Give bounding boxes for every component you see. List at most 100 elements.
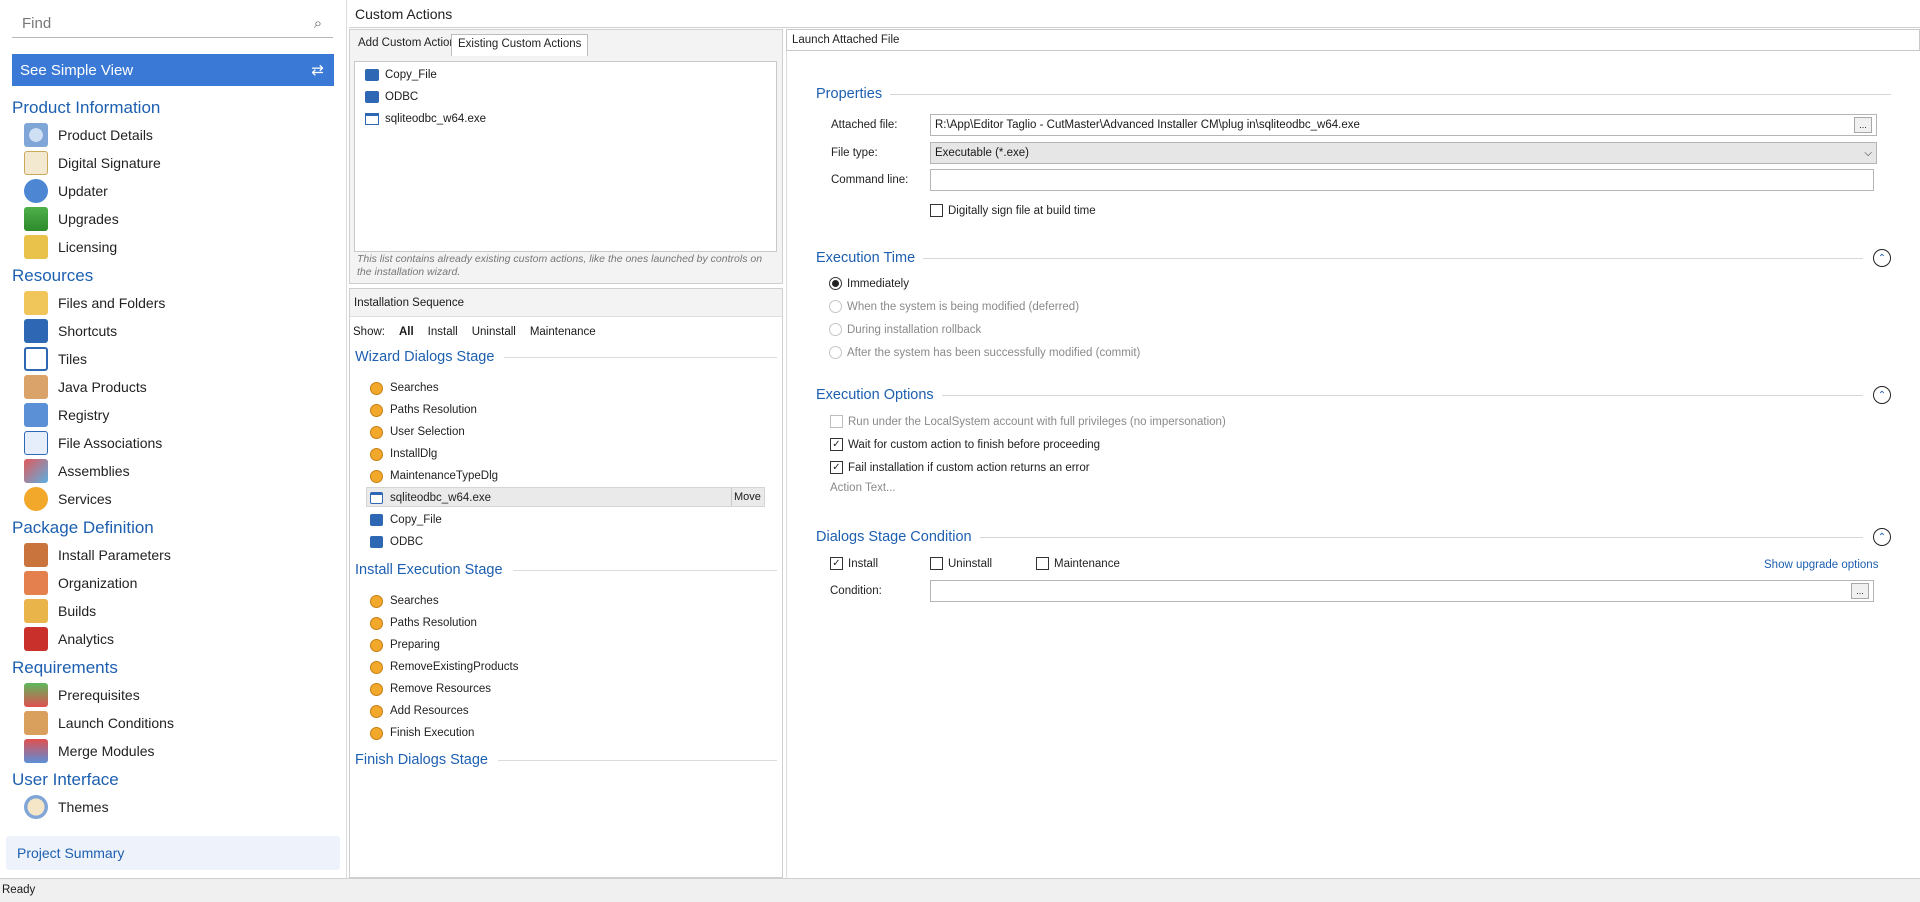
- nav-item-registry[interactable]: Registry: [24, 402, 109, 428]
- wait-checkbox[interactable]: ✓ Wait for custom action to finish before…: [830, 438, 1100, 451]
- filter-maintenance[interactable]: Maintenance: [530, 326, 596, 338]
- command-line-input[interactable]: [930, 169, 1874, 191]
- nav-item-install-parameters[interactable]: Install Parameters: [24, 542, 171, 568]
- filter-install[interactable]: Install: [428, 326, 458, 338]
- divider: [504, 356, 777, 358]
- sequence-item[interactable]: Searches: [370, 591, 439, 611]
- sequence-item[interactable]: Copy_File: [370, 510, 442, 530]
- search-icon[interactable]: ⌕: [303, 15, 333, 32]
- list-item[interactable]: sqliteodbc_w64.exe: [365, 109, 486, 129]
- checkbox-checked[interactable]: ✓: [830, 557, 843, 570]
- nav-section-product-information: Product Information: [12, 98, 161, 117]
- sequence-item[interactable]: Finish Execution: [370, 723, 474, 743]
- nav-item-shortcuts[interactable]: Shortcuts: [24, 318, 117, 344]
- nav-item-services[interactable]: Services: [24, 486, 112, 512]
- nav-item-java-products[interactable]: Java Products: [24, 374, 147, 400]
- radio-immediately[interactable]: Immediately: [829, 277, 909, 290]
- checkbox-checked[interactable]: ✓: [830, 461, 843, 474]
- localsystem-checkbox[interactable]: Run under the LocalSystem account with f…: [830, 415, 1226, 428]
- checkbox[interactable]: [930, 557, 943, 570]
- install-execution-stage-heading: Install Execution Stage: [355, 562, 777, 578]
- gear-icon: [370, 726, 383, 740]
- collapse-icon[interactable]: ⌃: [1873, 528, 1891, 546]
- nav-item-licensing[interactable]: Licensing: [24, 234, 117, 260]
- list-item[interactable]: ODBC: [365, 87, 418, 107]
- browse-button[interactable]: ...: [1854, 117, 1872, 133]
- install-checkbox[interactable]: ✓ Install: [830, 557, 878, 570]
- nav-item-product-details[interactable]: Product Details: [24, 122, 153, 148]
- nav-item-merge-modules[interactable]: Merge Modules: [24, 738, 155, 764]
- nav-section-package-definition: Package Definition: [12, 518, 154, 537]
- checkbox-checked[interactable]: ✓: [830, 438, 843, 451]
- file-type-select[interactable]: Executable (*.exe) ⌵: [930, 142, 1877, 164]
- sequence-item[interactable]: MaintenanceTypeDlg: [370, 466, 498, 486]
- sequence-item[interactable]: RemoveExistingProducts: [370, 657, 518, 677]
- checkbox[interactable]: [930, 204, 943, 217]
- divider: [941, 394, 1863, 396]
- move-button[interactable]: Move: [734, 491, 761, 503]
- executable-window-icon: [370, 492, 383, 504]
- project-summary-button[interactable]: Project Summary: [6, 836, 340, 870]
- nav-item-upgrades[interactable]: Upgrades: [24, 206, 119, 232]
- see-simple-view-button[interactable]: See Simple View ⇄: [12, 54, 334, 86]
- sequence-item[interactable]: Paths Resolution: [370, 400, 477, 420]
- nav-item-file-associations[interactable]: File Associations: [24, 430, 162, 456]
- collapse-icon[interactable]: ⌃: [1873, 249, 1891, 267]
- radio-rollback[interactable]: During installation rollback: [829, 323, 981, 336]
- filter-all[interactable]: All: [399, 326, 414, 338]
- condition-edit-button[interactable]: ...: [1851, 583, 1869, 599]
- nav-item-tiles[interactable]: Tiles: [24, 346, 87, 372]
- show-upgrade-options-link[interactable]: Show upgrade options: [1764, 559, 1878, 571]
- sequence-item[interactable]: InstallDlg: [370, 444, 437, 464]
- sequence-item[interactable]: Searches: [370, 378, 439, 398]
- sequence-item[interactable]: Preparing: [370, 635, 440, 655]
- find-input[interactable]: Find ⌕: [12, 10, 333, 38]
- file-type-value: Executable (*.exe): [935, 147, 1029, 159]
- radio[interactable]: [829, 277, 842, 290]
- nav-item-themes[interactable]: Themes: [24, 794, 109, 820]
- tab-add-custom-action[interactable]: Add Custom Action: [352, 34, 462, 56]
- tab-existing-custom-actions[interactable]: Existing Custom Actions: [451, 34, 589, 56]
- checkbox[interactable]: [1036, 557, 1049, 570]
- powershell-icon: [365, 69, 379, 81]
- fail-installation-checkbox[interactable]: ✓ Fail installation if custom action retu…: [830, 461, 1090, 474]
- existing-list-note: This list contains already existing cust…: [357, 253, 763, 278]
- nav-item-builds[interactable]: Builds: [24, 598, 96, 624]
- sequence-item[interactable]: Paths Resolution: [370, 613, 477, 633]
- gear-icon: [370, 381, 383, 395]
- radio[interactable]: [829, 346, 842, 359]
- radio[interactable]: [829, 323, 842, 336]
- nav-item-assemblies[interactable]: Assemblies: [24, 458, 130, 484]
- nav-item-updater[interactable]: Updater: [24, 178, 108, 204]
- radio-deferred[interactable]: When the system is being modified (defer…: [829, 300, 1079, 313]
- condition-input[interactable]: ...: [930, 580, 1874, 602]
- sequence-item[interactable]: ODBC: [370, 532, 423, 552]
- nav-item-files-and-folders[interactable]: Files and Folders: [24, 290, 165, 316]
- sequence-item[interactable]: User Selection: [370, 422, 465, 442]
- gear-icon: [370, 425, 383, 439]
- list-item[interactable]: Copy_File: [365, 65, 437, 85]
- upgrades-arrow-icon: [24, 207, 48, 231]
- finish-dialogs-stage-heading: Finish Dialogs Stage: [355, 752, 777, 768]
- nav-item-launch-conditions[interactable]: Launch Conditions: [24, 710, 174, 736]
- radio-commit[interactable]: After the system has been successfully m…: [829, 346, 1140, 359]
- uninstall-checkbox[interactable]: Uninstall: [930, 557, 992, 570]
- filter-uninstall[interactable]: Uninstall: [472, 326, 516, 338]
- maintenance-checkbox[interactable]: Maintenance: [1036, 557, 1120, 570]
- nav-item-organization[interactable]: Organization: [24, 570, 137, 596]
- nav-item-digital-signature[interactable]: Digital Signature: [24, 150, 161, 176]
- collapse-icon[interactable]: ⌃: [1873, 386, 1891, 404]
- installation-sequence-panel: [349, 288, 783, 878]
- attached-file-field[interactable]: R:\App\Editor Taglio - CutMaster\Advance…: [930, 114, 1877, 136]
- sequence-item-selected[interactable]: sqliteodbc_w64.exe: [370, 488, 491, 508]
- licensing-key-icon: [24, 235, 48, 259]
- sequence-item[interactable]: Remove Resources: [370, 679, 491, 699]
- checkbox[interactable]: [830, 415, 843, 428]
- digitally-sign-checkbox[interactable]: Digitally sign file at build time: [930, 204, 1096, 217]
- radio[interactable]: [829, 300, 842, 313]
- action-text-link[interactable]: Action Text...: [830, 482, 896, 494]
- gear-icon: [370, 704, 383, 718]
- nav-item-prerequisites[interactable]: Prerequisites: [24, 682, 140, 708]
- nav-item-analytics[interactable]: Analytics: [24, 626, 114, 652]
- sequence-item[interactable]: Add Resources: [370, 701, 469, 721]
